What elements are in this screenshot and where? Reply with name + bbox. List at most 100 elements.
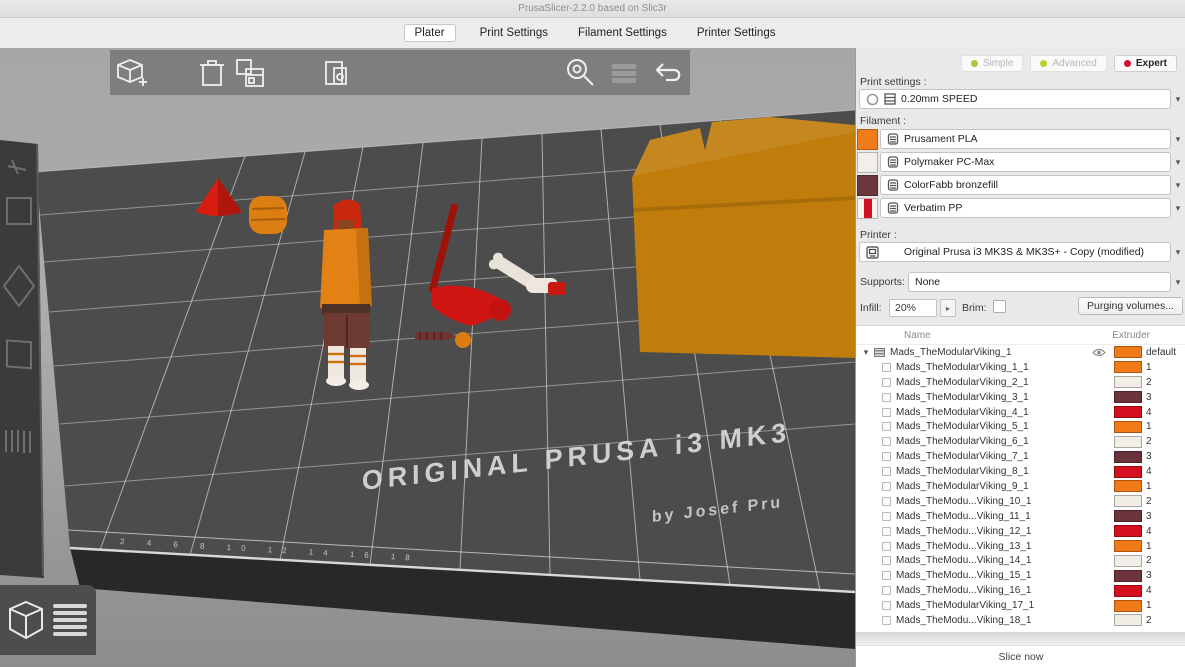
extruder-color-swatch[interactable] [1114,376,1142,388]
filament-row: Prusament PLA ▾ [856,129,1185,152]
brim-checkbox[interactable] [993,300,1006,313]
chevron-down-icon[interactable]: ▾ [1171,242,1185,262]
object-part-row[interactable]: Mads_TheModu...Viking_11_1 3 [856,509,1185,524]
object-part-row[interactable]: Mads_TheModu...Viking_13_1 1 [856,539,1185,554]
model-ball[interactable] [455,332,471,348]
printer-combo[interactable]: Original Prusa i3 MK3S & MK3S+ - Copy (m… [859,242,1171,262]
filament-color-swatch[interactable] [857,129,878,150]
object-root-row[interactable]: ▾ Mads_TheModularViking_1 default [856,345,1185,360]
extruder-color-swatch[interactable] [1114,451,1142,463]
model-large-box[interactable] [632,117,855,358]
chevron-down-icon[interactable]: ▾ [1171,272,1185,292]
object-part-row[interactable]: Mads_TheModularViking_17_1 1 [856,598,1185,613]
chevron-down-icon[interactable]: ▾ [1171,129,1185,149]
object-part-row[interactable]: Mads_TheModularViking_2_1 2 [856,375,1185,390]
object-part-row[interactable]: Mads_TheModu...Viking_14_1 2 [856,553,1185,568]
object-part-row[interactable]: Mads_TheModu...Viking_16_1 4 [856,583,1185,598]
object-part-row[interactable]: Mads_TheModularViking_1_1 1 [856,360,1185,375]
window-title: PrusaSlicer-2.2.0 based on Slic3r [518,3,666,14]
filament-row: Verbatim PP ▾ [856,198,1185,221]
print-settings-value: 0.20mm SPEED [901,93,977,105]
mode-button[interactable]: Advanced [1030,55,1106,72]
paste-button[interactable] [314,55,358,91]
filament-combo[interactable]: ColorFabb bronzefill [880,175,1171,195]
filament-combo[interactable]: Prusament PLA [880,129,1171,149]
object-part-row[interactable]: Mads_TheModularViking_9_1 1 [856,479,1185,494]
part-cube-icon [882,363,891,372]
extruder-color-swatch[interactable] [1114,555,1142,567]
infill-value-box[interactable]: 20% [889,299,937,317]
tab-bar: Plater Print Settings Filament Settings … [0,18,1185,48]
filament-combo[interactable]: Verbatim PP [880,198,1171,218]
3d-viewport[interactable]: 2 4 6 8 10 12 14 16 18 ORIGINAL PRUSA i3… [0,48,855,667]
search-button[interactable] [558,55,602,91]
part-cube-icon [882,601,891,610]
chevron-down-icon[interactable]: ▾ [1171,89,1185,109]
preview-view-button[interactable] [49,598,91,642]
object-part-row[interactable]: Mads_TheModularViking_4_1 4 [856,405,1185,420]
filament-color-swatch[interactable] [857,198,878,219]
add-object-button[interactable] [110,55,154,91]
visibility-eye-icon[interactable] [1092,348,1106,357]
tab[interactable]: Printer Settings [691,25,782,41]
object-part-row[interactable]: Mads_TheModu...Viking_15_1 3 [856,568,1185,583]
slice-now-button[interactable]: Slice now [856,645,1185,667]
part-cube-icon [882,437,891,446]
infill-stepper[interactable]: ▸ [940,299,956,317]
extruder-color-swatch[interactable] [1114,361,1142,373]
extruder-color-swatch[interactable] [1114,421,1142,433]
tab[interactable]: Filament Settings [572,25,673,41]
extruder-color-swatch[interactable] [1114,466,1142,478]
extruder-color-swatch[interactable] [1114,525,1142,537]
object-part-row[interactable]: Mads_TheModularViking_7_1 3 [856,449,1185,464]
model-shield[interactable] [249,196,287,234]
mode-button[interactable]: Expert [1114,55,1177,72]
filament-label: Filament : [860,115,906,127]
gizmo-toolbar[interactable] [0,140,44,578]
extruder-color-swatch[interactable] [1114,391,1142,403]
part-cube-icon [882,556,891,565]
extruder-color-swatch[interactable] [1114,436,1142,448]
object-part-row[interactable]: Mads_TheModularViking_6_1 2 [856,434,1185,449]
object-part-row[interactable]: Mads_TheModu...Viking_18_1 2 [856,613,1185,628]
filament-combo[interactable]: Polymaker PC-Max [880,152,1171,172]
delete-all-button[interactable] [228,55,272,91]
print-settings-combo[interactable]: 0.20mm SPEED [859,89,1171,109]
extruder-color-swatch[interactable] [1114,406,1142,418]
object-part-row[interactable]: Mads_TheModularViking_3_1 3 [856,390,1185,405]
filament-color-swatch[interactable] [857,175,878,196]
sidebar-separator [856,632,1185,645]
mode-button[interactable]: Simple [961,55,1024,72]
object-part-row[interactable]: Mads_TheModu...Viking_12_1 4 [856,524,1185,539]
collapse-arrow-icon[interactable]: ▾ [860,347,872,358]
object-part-row[interactable]: Mads_TheModularViking_5_1 1 [856,419,1185,434]
extruder-color-swatch[interactable] [1114,510,1142,522]
chevron-down-icon[interactable]: ▾ [1171,152,1185,172]
tab[interactable]: Print Settings [474,25,554,41]
tab[interactable]: Plater [404,24,456,42]
purging-volumes-button[interactable]: Purging volumes... [1078,297,1183,315]
filament-row: ColorFabb bronzefill ▾ [856,175,1185,198]
extruder-color-swatch[interactable] [1114,540,1142,552]
part-cube-icon [882,422,891,431]
extruder-color-swatch[interactable] [1114,600,1142,612]
layer-height-button[interactable] [602,55,646,91]
undo-button[interactable] [646,55,690,91]
chevron-down-icon[interactable]: ▾ [1171,198,1185,218]
mode-dot-icon [1124,60,1131,67]
chevron-down-icon[interactable]: ▾ [1171,175,1185,195]
extruder-color-swatch[interactable] [1114,480,1142,492]
supports-combo[interactable]: None [908,272,1171,292]
extruder-color-swatch[interactable] [1114,585,1142,597]
object-part-row[interactable]: Mads_TheModu...Viking_10_1 2 [856,494,1185,509]
search-icon [568,60,593,85]
filament-color-swatch[interactable] [857,152,878,173]
extruder-color-swatch[interactable] [1114,570,1142,582]
extruder-color-swatch[interactable] [1114,495,1142,507]
extruder-color-swatch[interactable] [1114,614,1142,626]
part-cube-icon [882,527,891,536]
object-part-row[interactable]: Mads_TheModularViking_8_1 4 [856,464,1185,479]
extruder-color-swatch[interactable] [1114,346,1142,358]
editor-view-button[interactable] [6,598,46,642]
plater-toolbar [110,50,690,95]
